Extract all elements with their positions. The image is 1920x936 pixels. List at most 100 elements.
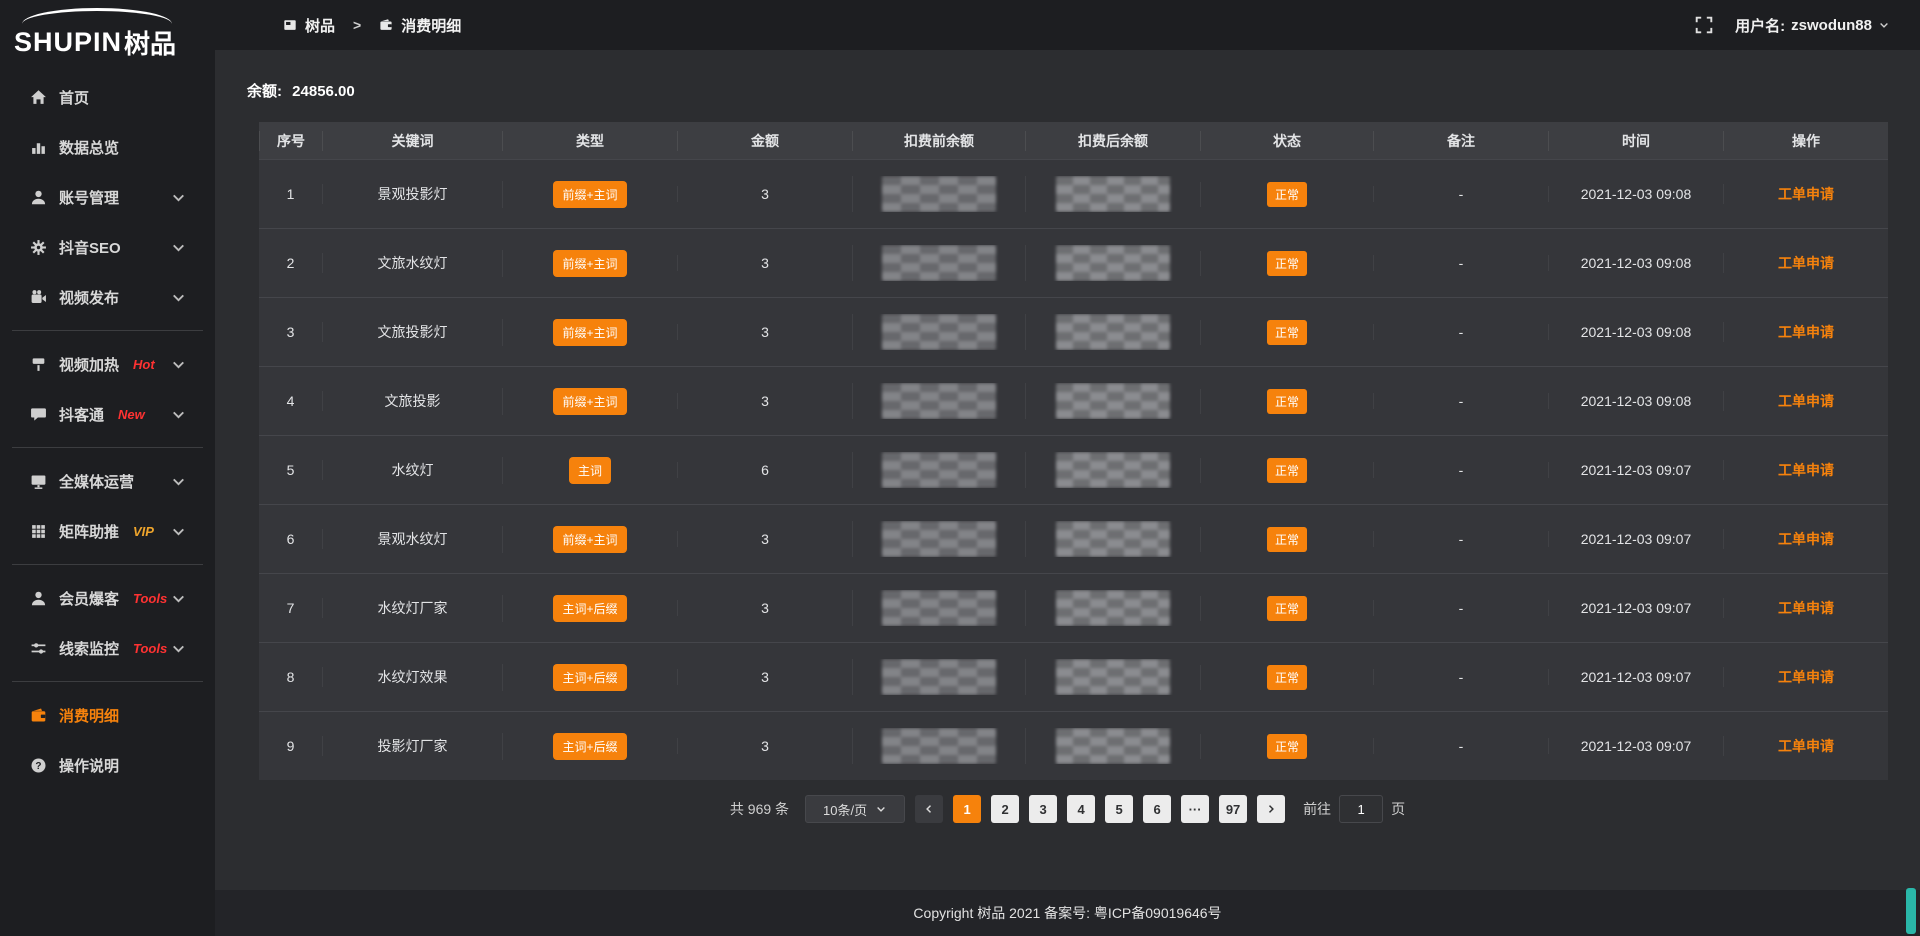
cell-balance-before: [852, 659, 1025, 695]
breadcrumb-current[interactable]: 消费明细: [401, 15, 461, 36]
corner-widget-bar[interactable]: [1906, 888, 1916, 934]
cell-time: 2021-12-03 09:08: [1548, 393, 1723, 409]
cell-seq: 1: [259, 186, 322, 202]
cell-action: 工单申请: [1723, 736, 1888, 756]
cell-time: 2021-12-03 09:07: [1548, 600, 1723, 616]
cell-time: 2021-12-03 09:07: [1548, 531, 1723, 547]
cell-status: 正常: [1200, 665, 1373, 690]
work-order-link[interactable]: 工单申请: [1778, 462, 1834, 478]
sidebar-item-matrix-boost[interactable]: 矩阵助推 VIP: [0, 506, 215, 556]
cell-keyword: 文旅投影灯: [322, 322, 502, 342]
chevron-down-icon: [170, 640, 187, 657]
work-order-link[interactable]: 工单申请: [1778, 324, 1834, 340]
sidebar-item-consumption-detail[interactable]: 消费明细: [0, 690, 215, 740]
sidebar-item-douyin-seo[interactable]: 抖音SEO: [0, 222, 215, 272]
cell-seq: 8: [259, 669, 322, 685]
page-button[interactable]: 2: [991, 795, 1019, 823]
table-row: 5 水纹灯 主词 6 正常 - 2021-12-03 09:07 工单申请: [259, 435, 1888, 504]
sidebar-item-lead-monitor[interactable]: 线索监控 Tools: [0, 623, 215, 673]
new-tag: New: [118, 407, 145, 422]
header-amount: 金额: [677, 131, 852, 151]
page-button[interactable]: 4: [1067, 795, 1095, 823]
topbar-right: 用户名: zswodun88: [1695, 15, 1890, 36]
user-menu[interactable]: 用户名: zswodun88: [1735, 15, 1890, 36]
work-order-link[interactable]: 工单申请: [1778, 738, 1834, 754]
work-order-link[interactable]: 工单申请: [1778, 669, 1834, 685]
cell-type: 前缀+主词: [502, 526, 677, 553]
masked-value: [1056, 521, 1170, 557]
next-page-button[interactable]: [1257, 795, 1285, 823]
cell-balance-before: [852, 452, 1025, 488]
table-row: 3 文旅投影灯 前缀+主词 3 正常 - 2021-12-03 09:08 工单…: [259, 297, 1888, 366]
cell-status: 正常: [1200, 596, 1373, 621]
sidebar-item-video-publish[interactable]: 视频发布: [0, 272, 215, 322]
cell-keyword: 水纹灯效果: [322, 667, 502, 687]
last-page-button[interactable]: 97: [1219, 795, 1247, 823]
cell-balance-before: [852, 383, 1025, 419]
chevron-down-icon: [170, 473, 187, 490]
logo-text-cn: 树品: [124, 24, 176, 61]
masked-value: [882, 521, 996, 557]
cell-status: 正常: [1200, 320, 1373, 345]
header-type: 类型: [502, 131, 677, 151]
cell-type: 主词+后缀: [502, 595, 677, 622]
fullscreen-icon[interactable]: [1695, 16, 1713, 34]
page-size-select[interactable]: 10条/页: [805, 795, 905, 823]
type-badge: 前缀+主词: [553, 526, 626, 553]
page-button[interactable]: 5: [1105, 795, 1133, 823]
sidebar-item-member-baoke[interactable]: 会员爆客 Tools: [0, 573, 215, 623]
masked-value: [882, 728, 996, 764]
masked-value: [1056, 728, 1170, 764]
cell-amount: 6: [677, 462, 852, 478]
type-badge: 主词+后缀: [553, 664, 626, 691]
chevron-down-icon: [170, 590, 187, 607]
masked-value: [1056, 245, 1170, 281]
status-badge: 正常: [1267, 596, 1307, 621]
work-order-link[interactable]: 工单申请: [1778, 255, 1834, 271]
cell-keyword: 景观投影灯: [322, 184, 502, 204]
cell-seq: 7: [259, 600, 322, 616]
page-button[interactable]: 1: [953, 795, 981, 823]
breadcrumb-root[interactable]: 树品: [305, 15, 335, 36]
cell-status: 正常: [1200, 182, 1373, 207]
cell-time: 2021-12-03 09:08: [1548, 186, 1723, 202]
prev-page-button[interactable]: [915, 795, 943, 823]
balance: 余额: 24856.00: [247, 80, 1920, 101]
work-order-link[interactable]: 工单申请: [1778, 531, 1834, 547]
masked-value: [1056, 659, 1170, 695]
status-badge: 正常: [1267, 320, 1307, 345]
table-row: 9 投影灯厂家 主词+后缀 3 正常 - 2021-12-03 09:07 工单…: [259, 711, 1888, 780]
masked-value: [882, 314, 996, 350]
sidebar-item-instructions[interactable]: ? 操作说明: [0, 740, 215, 790]
sidebar-item-data-overview[interactable]: 数据总览: [0, 122, 215, 172]
work-order-link[interactable]: 工单申请: [1778, 186, 1834, 202]
pagination: 共 969 条 10条/页 1 2 3 4 5 6 ··· 97 前往 页: [215, 795, 1920, 823]
footer: Copyright 树品 2021 备案号: 粤ICP备09019646号: [215, 890, 1920, 936]
cell-amount: 3: [677, 393, 852, 409]
goto-page: 前往 页: [1303, 795, 1405, 823]
sidebar-item-home[interactable]: 首页: [0, 72, 215, 122]
header-remark: 备注: [1373, 131, 1548, 151]
wallet-icon: [30, 707, 47, 724]
cell-seq: 2: [259, 255, 322, 271]
status-badge: 正常: [1267, 665, 1307, 690]
username: zswodun88: [1791, 17, 1872, 34]
table-row: 6 景观水纹灯 前缀+主词 3 正常 - 2021-12-03 09:07 工单…: [259, 504, 1888, 573]
sidebar-item-video-heat[interactable]: 视频加热 Hot: [0, 339, 215, 389]
header-balance-before: 扣费前余额: [852, 131, 1025, 151]
header-action: 操作: [1723, 131, 1888, 151]
page-button[interactable]: 3: [1029, 795, 1057, 823]
cell-type: 前缀+主词: [502, 181, 677, 208]
type-badge: 前缀+主词: [553, 388, 626, 415]
goto-page-input[interactable]: [1339, 795, 1383, 823]
chevron-down-icon: [170, 406, 187, 423]
work-order-link[interactable]: 工单申请: [1778, 393, 1834, 409]
sidebar-item-douketong[interactable]: 抖客通 New: [0, 389, 215, 439]
status-badge: 正常: [1267, 389, 1307, 414]
more-pages-button[interactable]: ···: [1181, 795, 1209, 823]
work-order-link[interactable]: 工单申请: [1778, 600, 1834, 616]
cell-balance-before: [852, 590, 1025, 626]
page-button[interactable]: 6: [1143, 795, 1171, 823]
sidebar-item-all-media[interactable]: 全媒体运营: [0, 456, 215, 506]
sidebar-item-account-management[interactable]: 账号管理: [0, 172, 215, 222]
